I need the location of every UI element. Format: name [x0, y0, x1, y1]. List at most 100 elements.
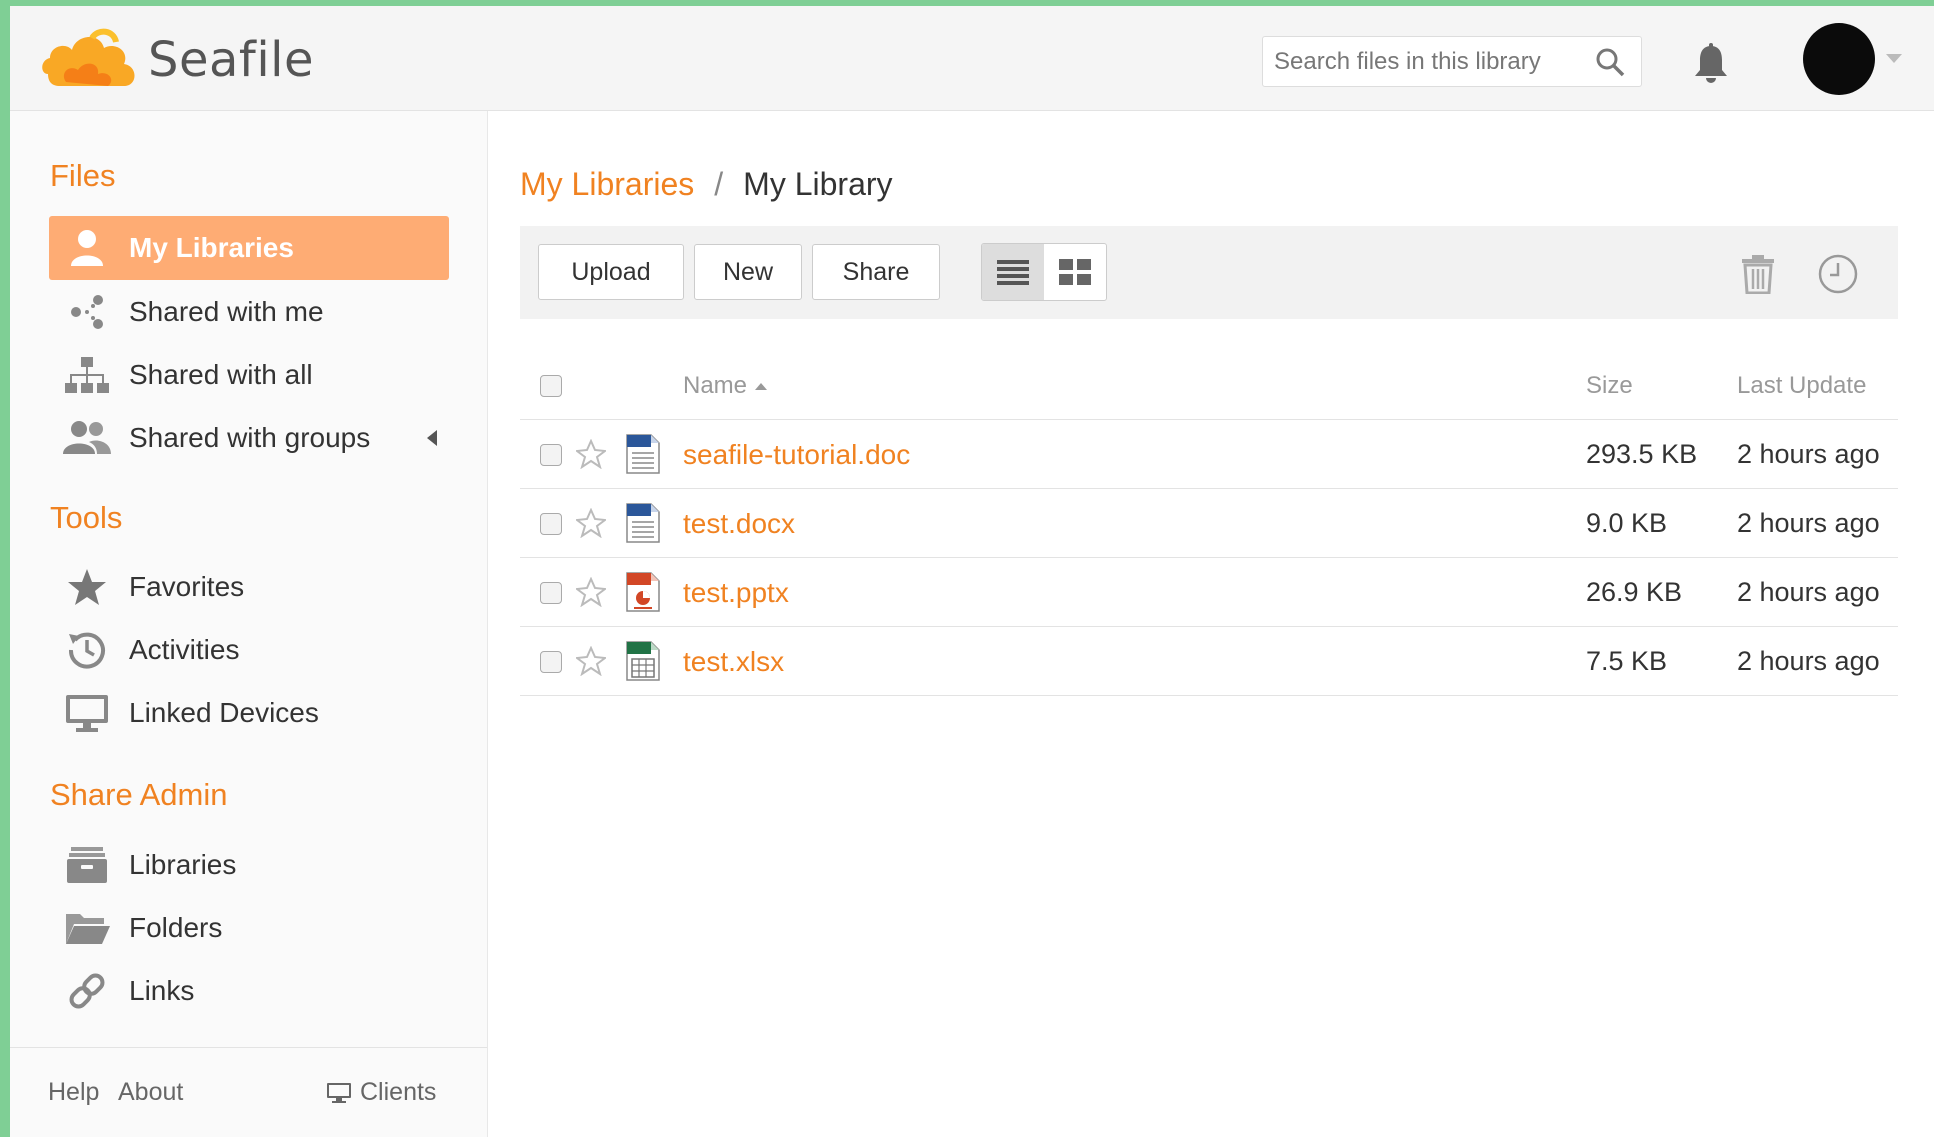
file-table: Name Size Last Update seafile-tutorial.d…	[520, 352, 1898, 696]
breadcrumb-current: My Library	[743, 166, 893, 202]
last-update-column-header[interactable]: Last Update	[1737, 372, 1866, 400]
sidebar-item-shared-with-groups[interactable]: Shared with groups	[49, 406, 449, 470]
excel-file-icon	[626, 641, 660, 681]
file-size: 293.5 KB	[1586, 439, 1698, 469]
user-avatar[interactable]	[1803, 23, 1875, 95]
sort-ascending-icon	[755, 383, 768, 390]
grid-view-button[interactable]	[1044, 244, 1106, 300]
word-file-icon	[626, 503, 660, 543]
org-chart-icon	[63, 351, 111, 399]
name-column-header[interactable]: Name	[683, 372, 769, 400]
size-column-header[interactable]: Size	[1586, 372, 1633, 400]
word-file-icon	[626, 434, 660, 474]
sidebar-item-shared-with-all[interactable]: Shared with all	[49, 343, 449, 407]
sidebar-item-libraries[interactable]: Libraries	[49, 833, 449, 897]
file-toolbar: Upload New Share	[520, 226, 1898, 319]
powerpoint-file-icon	[626, 572, 660, 612]
sidebar-item-label: Activities	[129, 634, 240, 665]
help-link[interactable]: Help	[48, 1078, 99, 1107]
file-size: 9.0 KB	[1586, 508, 1668, 538]
table-row[interactable]: seafile-tutorial.doc 293.5 KB 2 hours ag…	[520, 420, 1898, 489]
select-all-checkbox[interactable]	[540, 375, 562, 397]
sidebar-item-label: Shared with groups	[129, 422, 371, 453]
monitor-icon	[63, 689, 111, 737]
sidebar-item-activities[interactable]: Activities	[49, 618, 449, 682]
sidebar-item-links[interactable]: Links	[49, 959, 449, 1023]
row-checkbox[interactable]	[540, 513, 562, 535]
user-icon	[63, 224, 111, 272]
notification-bell-icon[interactable]	[1692, 42, 1730, 84]
breadcrumb-my-libraries[interactable]: My Libraries	[520, 166, 694, 203]
star-outline-icon[interactable]	[576, 508, 606, 538]
chevron-left-icon[interactable]	[425, 428, 439, 448]
star-outline-icon[interactable]	[576, 577, 606, 607]
breadcrumb: My Libraries / My Library	[520, 166, 893, 203]
file-updated: 2 hours ago	[1737, 508, 1880, 538]
top-header: Seafile	[10, 6, 1934, 111]
new-button[interactable]: New	[694, 244, 802, 300]
file-name-link[interactable]: test.xlsx	[683, 646, 784, 678]
sidebar-item-label: Linked Devices	[129, 697, 319, 728]
sidebar-item-favorites[interactable]: Favorites	[49, 555, 449, 619]
archive-icon	[63, 841, 111, 889]
share-button[interactable]: Share	[812, 244, 940, 300]
row-checkbox[interactable]	[540, 582, 562, 604]
search-input[interactable]	[1263, 37, 1595, 86]
trash-icon[interactable]	[1738, 254, 1778, 294]
star-outline-icon[interactable]	[576, 646, 606, 676]
table-row[interactable]: test.pptx 26.9 KB 2 hours ago	[520, 558, 1898, 627]
sidebar-item-linked-devices[interactable]: Linked Devices	[49, 681, 449, 745]
monitor-icon	[327, 1082, 351, 1103]
grid-view-icon	[1059, 259, 1091, 285]
row-checkbox[interactable]	[540, 651, 562, 673]
clients-link[interactable]: Clients	[326, 1078, 436, 1107]
search-icon[interactable]	[1595, 47, 1625, 77]
sidebar-item-label: My Libraries	[129, 232, 294, 263]
row-checkbox[interactable]	[540, 444, 562, 466]
link-icon	[63, 967, 111, 1015]
breadcrumb-separator: /	[714, 166, 724, 202]
search-box[interactable]	[1262, 36, 1642, 87]
section-title-tools: Tools	[50, 500, 123, 535]
star-outline-icon[interactable]	[576, 439, 606, 469]
sidebar-item-label: Shared with all	[129, 359, 313, 390]
history-clock-icon[interactable]	[1818, 254, 1858, 294]
group-icon	[63, 414, 111, 462]
clients-label: Clients	[360, 1078, 437, 1106]
file-size: 26.9 KB	[1586, 577, 1683, 607]
about-link[interactable]: About	[118, 1078, 183, 1107]
sidebar-item-shared-with-me[interactable]: Shared with me	[49, 280, 449, 344]
sidebar-item-label: Libraries	[129, 849, 237, 880]
list-view-icon	[997, 260, 1029, 285]
file-updated: 2 hours ago	[1737, 439, 1880, 469]
app-name: Seafile	[148, 32, 315, 88]
history-icon	[63, 626, 111, 674]
sidebar-item-label: Shared with me	[129, 296, 324, 327]
upload-button[interactable]: Upload	[538, 244, 684, 300]
file-name-link[interactable]: test.docx	[683, 508, 795, 540]
file-updated: 2 hours ago	[1737, 577, 1880, 607]
file-updated: 2 hours ago	[1737, 646, 1880, 676]
sidebar-item-label: Folders	[129, 912, 223, 943]
table-header: Name Size Last Update	[520, 352, 1898, 420]
share-icon	[63, 288, 111, 336]
file-name-link[interactable]: test.pptx	[683, 577, 789, 609]
sidebar-item-label: Favorites	[129, 571, 245, 602]
sidebar-item-label: Links	[129, 975, 195, 1006]
seafile-logo[interactable]: Seafile	[38, 20, 314, 100]
sidebar: Files My Libraries Shared with me Shared…	[10, 111, 488, 1137]
file-name-link[interactable]: seafile-tutorial.doc	[683, 439, 910, 471]
section-title-share-admin: Share Admin	[50, 777, 228, 812]
table-row[interactable]: test.docx 9.0 KB 2 hours ago	[520, 489, 1898, 558]
section-title-files: Files	[50, 158, 116, 193]
sidebar-item-folders[interactable]: Folders	[49, 896, 449, 960]
view-mode-toggle	[981, 243, 1107, 301]
table-row[interactable]: test.xlsx 7.5 KB 2 hours ago	[520, 627, 1898, 696]
list-view-button[interactable]	[982, 244, 1044, 300]
name-column-label: Name	[683, 372, 748, 399]
star-icon	[63, 563, 111, 611]
sidebar-item-my-libraries[interactable]: My Libraries	[49, 216, 449, 280]
file-size: 7.5 KB	[1586, 646, 1668, 676]
chevron-down-icon[interactable]	[1886, 54, 1902, 64]
seafile-cloud-icon	[42, 28, 135, 86]
